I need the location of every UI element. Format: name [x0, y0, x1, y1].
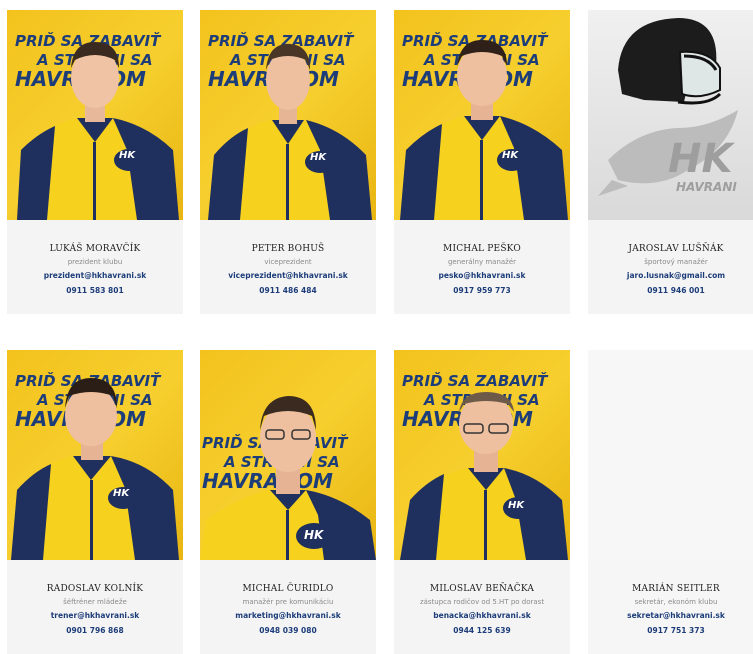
- havrani-logo-text: HAVRANI: [676, 180, 737, 194]
- staff-name: RADOSLAV KOLNÍK: [46, 584, 144, 594]
- staff-phone-link[interactable]: 0917 959 773: [394, 286, 570, 295]
- person-photo: [17, 42, 179, 220]
- staff-role: sekretár, ekonóm klubu: [634, 598, 718, 606]
- staff-name: LUKÁŠ MORAVČÍK: [49, 244, 141, 254]
- staff-info: MICHAL PEŠKO generálny manažér pesko@hkh…: [394, 220, 570, 314]
- staff-email-link[interactable]: viceprezident@hkhavrani.sk: [200, 271, 376, 280]
- staff-photo: PRIĎ SA ZABAVIŤA STRETNI SAHAVRANOM HK: [394, 350, 570, 560]
- staff-card: PRIĎ SA ZABAVIŤA STRETNI SAHAVRANOM HK P…: [200, 10, 376, 314]
- staff-role: športový manažér: [644, 258, 708, 266]
- hk-logo: HK: [310, 152, 327, 163]
- staff-phone-link[interactable]: 0948 039 080: [200, 626, 376, 635]
- staff-email-link[interactable]: sekretar@hkhavrani.sk: [588, 611, 753, 620]
- person-photo: [11, 378, 179, 560]
- staff-photo: PRIĎ SA ZABAVIŤA STRETNI SAHAVRANOM HK: [7, 10, 183, 220]
- person-photo: [208, 44, 372, 220]
- staff-info: MILOSLAV BEŇAČKA zástupca rodičov od 5.H…: [394, 560, 570, 654]
- staff-name: MARIÁN SEITLER: [632, 584, 720, 594]
- hk-logo: HK: [508, 500, 525, 511]
- hk-logo: HK: [119, 150, 136, 161]
- staff-info: MARIÁN SEITLER sekretár, ekonóm klubu se…: [588, 560, 753, 654]
- staff-email-link[interactable]: jaro.lusnak@gmail.com: [588, 271, 753, 280]
- staff-email-link[interactable]: prezident@hkhavrani.sk: [7, 271, 183, 280]
- staff-email-link[interactable]: marketing@hkhavrani.sk: [200, 611, 376, 620]
- staff-info: LUKÁŠ MORAVČÍK prezident klubu prezident…: [7, 220, 183, 314]
- staff-card: PRIĎ SA ZABAVIŤA STRETNI SAHAVRANOM HK M…: [394, 10, 570, 314]
- staff-info: JAROSLAV LUŠŇÁK športový manažér jaro.lu…: [588, 220, 753, 314]
- hk-logo: HK: [502, 150, 519, 161]
- staff-email-link[interactable]: trener@hkhavrani.sk: [7, 611, 183, 620]
- staff-card: MARIÁN SEITLER sekretár, ekonóm klubu se…: [588, 350, 753, 654]
- staff-photo: PRIĎ SA ZABAVIŤA STRETNI SAHAVRANOM HK: [7, 350, 183, 560]
- staff-role: generálny manažér: [447, 258, 517, 266]
- staff-role: šéftréner mládeže: [63, 598, 127, 606]
- staff-email-link[interactable]: pesko@hkhavrani.sk: [394, 271, 570, 280]
- staff-photo: PRIĎ SA ZABAVIŤA STRETNI SAHAVRANOM HK: [200, 10, 376, 220]
- staff-photo: PRIĎ SA ZABAVIŤA STRETNI SAHAVRANOM HK: [394, 10, 570, 220]
- staff-name: JAROSLAV LUŠŇÁK: [628, 244, 724, 254]
- staff-photo: PRIĎ SA ZABAVIŤA STRETNI SAHAVRANOM HK: [200, 350, 376, 560]
- staff-name: PETER BOHUŠ: [251, 244, 325, 254]
- staff-photo-empty: [588, 350, 753, 560]
- staff-phone-link[interactable]: 0911 583 801: [7, 286, 183, 295]
- person-photo: [400, 40, 568, 220]
- staff-name: MILOSLAV BEŇAČKA: [429, 584, 535, 594]
- staff-phone-link[interactable]: 0901 796 868: [7, 626, 183, 635]
- hk-logo: HK: [113, 488, 130, 499]
- staff-phone-link[interactable]: 0944 125 639: [394, 626, 570, 635]
- staff-info: RADOSLAV KOLNÍK šéftréner mládeže trener…: [7, 560, 183, 654]
- staff-name: MICHAL PEŠKO: [443, 244, 521, 254]
- person-photo: [400, 392, 568, 560]
- staff-info: PETER BOHUŠ viceprezident viceprezident@…: [200, 220, 376, 314]
- staff-phone-link[interactable]: 0917 751 373: [588, 626, 753, 635]
- staff-role: prezident klubu: [67, 258, 123, 266]
- hk-logo: HK: [668, 136, 733, 182]
- hk-logo: HK: [304, 528, 324, 542]
- staff-role: viceprezident: [264, 258, 312, 266]
- staff-photo: HK HAVRANI: [588, 10, 753, 220]
- staff-phone-link[interactable]: 0911 946 001: [588, 286, 753, 295]
- staff-card: PRIĎ SA ZABAVIŤA STRETNI SAHAVRANOM HK M…: [394, 350, 570, 654]
- staff-card: PRIĎ SA ZABAVIŤA STRETNI SAHAVRANOM HK L…: [7, 10, 183, 314]
- staff-phone-link[interactable]: 0911 486 484: [200, 286, 376, 295]
- staff-info: MICHAL ČURIDLO manažér pre komunikáciu m…: [200, 560, 376, 654]
- person-photo: [200, 396, 376, 560]
- staff-role: manažér pre komunikáciu: [242, 598, 334, 606]
- staff-card: PRIĎ SA ZABAVIŤA STRETNI SAHAVRANOM HK R…: [7, 350, 183, 654]
- staff-name: MICHAL ČURIDLO: [242, 584, 334, 594]
- staff-email-link[interactable]: benacka@hkhavrani.sk: [394, 611, 570, 620]
- staff-role: zástupca rodičov od 5.HT po dorast: [419, 598, 545, 606]
- staff-card: HK HAVRANI JAROSLAV LUŠŇÁK športový mana…: [588, 10, 753, 314]
- staff-card: PRIĎ SA ZABAVIŤA STRETNI SAHAVRANOM HK M…: [200, 350, 376, 654]
